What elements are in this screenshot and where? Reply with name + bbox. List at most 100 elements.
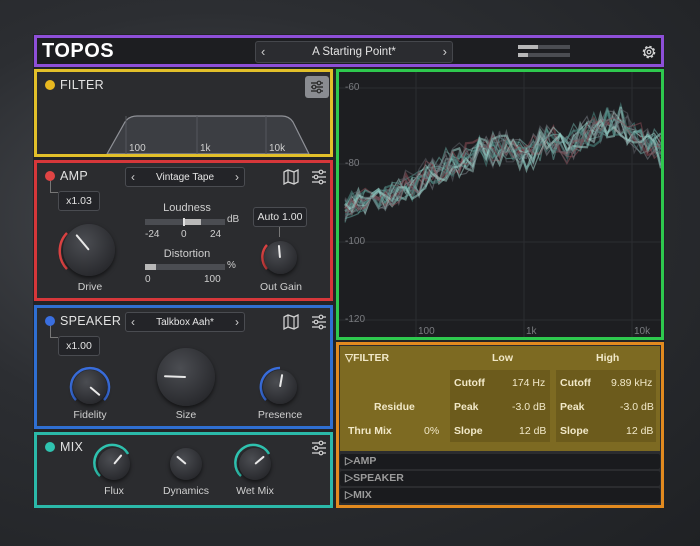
amp-title: AMP bbox=[60, 169, 88, 183]
spectrum-analyzer: -60 -80 -100 -120 100 1k 10k bbox=[336, 69, 664, 340]
spectrum-freq-100: 100 bbox=[418, 326, 435, 337]
speaker-map-icon[interactable] bbox=[282, 314, 300, 330]
amp-drive-value[interactable]: x1.03 bbox=[58, 191, 100, 211]
low-band-header: Low bbox=[492, 352, 513, 364]
high-slope-label: Slope bbox=[560, 425, 589, 437]
amp-connector-line bbox=[50, 181, 58, 193]
high-peak-value[interactable]: -3.0 dB bbox=[620, 401, 654, 413]
spectrum-db-100: -100 bbox=[345, 236, 366, 247]
speaker-title: SPEAKER bbox=[60, 314, 122, 328]
header-bar: TOPOS ‹ A Starting Point* › bbox=[34, 35, 664, 67]
fidelity-knob[interactable] bbox=[73, 370, 107, 404]
loudness-min: -24 bbox=[145, 229, 160, 240]
flux-label: Flux bbox=[104, 485, 124, 497]
speaker-value[interactable]: x1.00 bbox=[58, 336, 100, 356]
amp-model-name: Vintage Tape bbox=[155, 172, 215, 183]
high-cutoff-label: Cutoff bbox=[560, 377, 591, 389]
low-peak-label: Peak bbox=[454, 401, 479, 413]
speaker-model-next-button[interactable]: › bbox=[235, 315, 239, 329]
spectrum-freq-10k: 10k bbox=[634, 326, 651, 337]
dynamics-knob[interactable] bbox=[170, 448, 202, 480]
amp-map-icon[interactable] bbox=[282, 169, 300, 185]
spectrum-plot bbox=[339, 72, 661, 337]
app-logo: TOPOS bbox=[42, 40, 115, 62]
low-cutoff-label: Cutoff bbox=[454, 377, 485, 389]
out-gain-knob[interactable] bbox=[264, 241, 297, 274]
distortion-label: Distortion bbox=[163, 248, 211, 260]
auto-gain-value: 1.00 bbox=[282, 211, 303, 223]
amp-enable-dot[interactable] bbox=[45, 171, 55, 181]
size-label: Size bbox=[175, 409, 197, 421]
fidelity-label: Fidelity bbox=[73, 409, 107, 421]
low-slope-label: Slope bbox=[454, 425, 483, 437]
drive-knob[interactable] bbox=[63, 224, 115, 276]
amp-model-selector[interactable]: ‹ Vintage Tape › bbox=[125, 167, 245, 187]
loudness-unit: dB bbox=[227, 214, 240, 225]
thru-mix-label: Thru Mix bbox=[348, 425, 392, 437]
presence-label: Presence bbox=[257, 409, 303, 421]
low-cutoff-value[interactable]: 174 Hz bbox=[512, 377, 545, 389]
mix-settings-sliders-icon[interactable] bbox=[310, 440, 328, 456]
loudness-zero: 0 bbox=[181, 229, 187, 240]
flux-knob[interactable] bbox=[98, 448, 130, 480]
loudness-slider[interactable] bbox=[145, 218, 225, 226]
preset-name[interactable]: A Starting Point* bbox=[256, 46, 452, 58]
detail-filter-section: ▽FILTER Low High Cutoff 174 Hz Peak -3.0… bbox=[340, 346, 660, 451]
speaker-section: SPEAKER x1.00 ‹ Talkbox Aah* › Fidelity … bbox=[34, 305, 333, 429]
mix-section: MIX Flux Dynamics Wet Mix bbox=[34, 432, 333, 508]
mix-title: MIX bbox=[60, 440, 84, 454]
speaker-connector-line bbox=[50, 326, 58, 338]
filter-section: FILTER 100 1k 10k bbox=[34, 69, 333, 157]
speaker-model-selector[interactable]: ‹ Talkbox Aah* › bbox=[125, 312, 245, 332]
amp-fold-label: ▷AMP bbox=[345, 455, 377, 467]
drive-label: Drive bbox=[77, 281, 103, 293]
speaker-settings-sliders-icon[interactable] bbox=[310, 314, 328, 330]
filter-freq-100: 100 bbox=[129, 143, 146, 154]
distortion-slider[interactable] bbox=[145, 264, 225, 270]
loudness-max: 24 bbox=[210, 229, 222, 240]
speaker-fold-header[interactable]: ▷SPEAKER bbox=[340, 471, 660, 486]
output-meter-left bbox=[518, 45, 570, 49]
distortion-unit: % bbox=[227, 260, 236, 271]
topos-plugin-window: TOPOS ‹ A Starting Point* › FILTER 100 1… bbox=[33, 34, 665, 508]
auto-gain-box[interactable]: Auto 1.00 bbox=[253, 207, 307, 227]
amp-settings-sliders-icon[interactable] bbox=[310, 169, 328, 185]
size-knob[interactable] bbox=[157, 348, 215, 406]
amp-fold-header[interactable]: ▷AMP bbox=[340, 454, 660, 469]
preset-selector[interactable]: ‹ A Starting Point* › bbox=[255, 41, 453, 63]
mix-fold-label: ▷MIX bbox=[345, 489, 372, 501]
dynamics-label: Dynamics bbox=[162, 485, 210, 497]
amp-section: AMP x1.03 ‹ Vintage Tape › Drive Loudnes… bbox=[34, 160, 333, 301]
loudness-label: Loudness bbox=[163, 202, 211, 214]
presence-knob[interactable] bbox=[263, 370, 297, 404]
distortion-max: 100 bbox=[204, 274, 221, 285]
detail-filter-title[interactable]: ▽FILTER bbox=[345, 352, 389, 364]
mix-enable-dot[interactable] bbox=[45, 442, 55, 452]
output-meter-right bbox=[518, 53, 570, 57]
amp-model-next-button[interactable]: › bbox=[235, 170, 239, 184]
low-slope-value[interactable]: 12 dB bbox=[519, 425, 546, 437]
speaker-model-name: Talkbox Aah* bbox=[156, 317, 214, 328]
high-slope-value[interactable]: 12 dB bbox=[626, 425, 653, 437]
wet-mix-label: Wet Mix bbox=[236, 485, 274, 497]
filter-freq-10k: 10k bbox=[269, 143, 286, 154]
thru-mix-value[interactable]: 0% bbox=[424, 425, 439, 437]
speaker-fold-label: ▷SPEAKER bbox=[345, 472, 404, 484]
filter-freq-1k: 1k bbox=[200, 143, 211, 154]
speaker-enable-dot[interactable] bbox=[45, 316, 55, 326]
low-peak-value[interactable]: -3.0 dB bbox=[512, 401, 546, 413]
settings-gear-icon[interactable] bbox=[640, 43, 658, 61]
distortion-min: 0 bbox=[145, 274, 151, 285]
filter-curve-graph[interactable] bbox=[37, 72, 330, 154]
mix-fold-header[interactable]: ▷MIX bbox=[340, 488, 660, 503]
detail-panel: ▽FILTER Low High Cutoff 174 Hz Peak -3.0… bbox=[336, 342, 664, 508]
auto-gain-connector bbox=[279, 227, 280, 237]
wet-mix-knob[interactable] bbox=[239, 448, 271, 480]
spectrum-db-60: -60 bbox=[345, 82, 360, 93]
auto-gain-label: Auto bbox=[257, 211, 280, 223]
high-cutoff-value[interactable]: 9.89 kHz bbox=[611, 377, 652, 389]
residue-label: Residue bbox=[374, 401, 415, 413]
out-gain-label: Out Gain bbox=[259, 281, 303, 293]
spectrum-db-80: -80 bbox=[345, 158, 360, 169]
preset-next-button[interactable]: › bbox=[443, 44, 447, 59]
